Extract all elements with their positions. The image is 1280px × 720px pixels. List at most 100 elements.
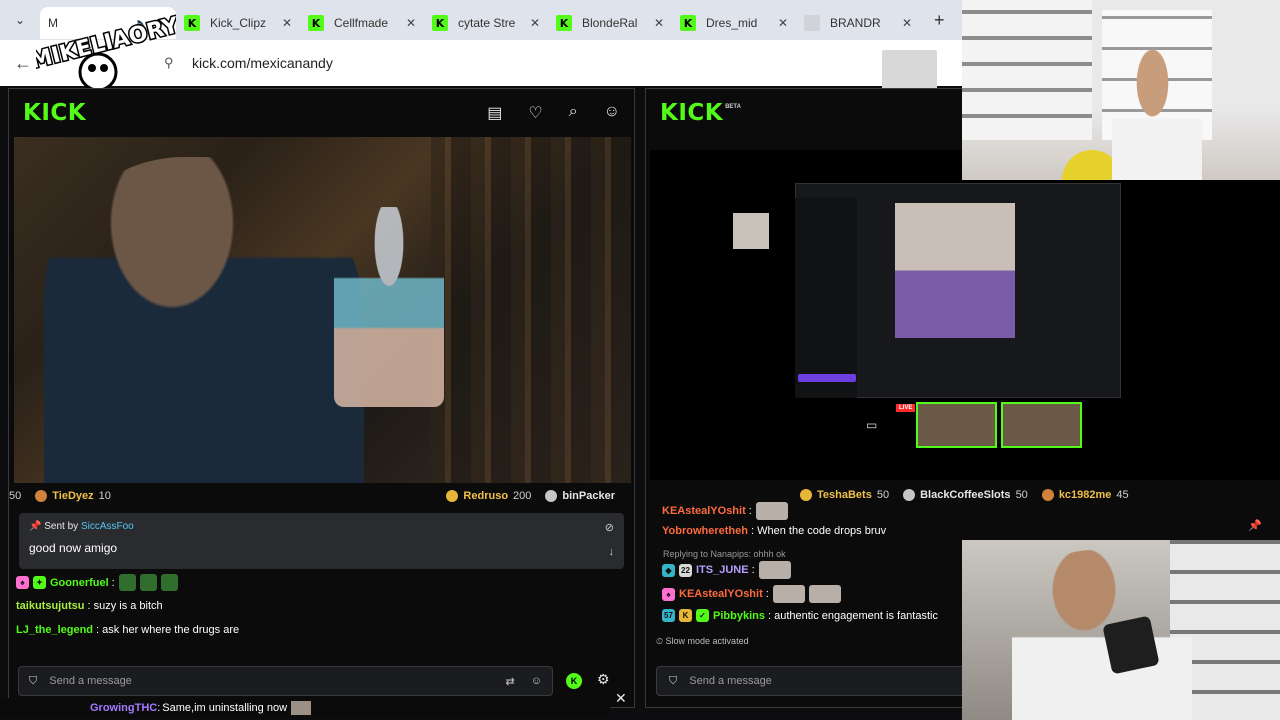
browser-tab[interactable]: K Kick_Clipz ✕	[176, 7, 300, 39]
gifter-leaderboard-right: TeshaBets 50 BlackCoffeeSlots 50 kc1982m…	[800, 487, 1143, 503]
gifter-name: TieDyez	[52, 490, 94, 502]
cat-video	[895, 203, 1015, 338]
tab-close-icon[interactable]: ✕	[530, 16, 540, 30]
chat-message: ◆ 22 ITS_JUNE:	[662, 561, 791, 579]
gifter-name: Redruso	[463, 490, 509, 502]
translate-icon[interactable]: ⇄	[506, 675, 515, 688]
pinned-message: 📌 Sent by SiccAssFoo good now amigo ⊘ ↓	[19, 513, 624, 569]
chat-username[interactable]: KEAstealYOshit	[662, 505, 746, 517]
pin-icon[interactable]: 📌	[1248, 519, 1262, 532]
gifter-entry[interactable]: 50	[9, 490, 21, 502]
chat-username[interactable]: ITS_JUNE	[696, 564, 749, 576]
browser-tab[interactable]: BRANDR ✕	[796, 7, 920, 39]
kick-favicon-icon: K	[556, 15, 572, 31]
shield-icon[interactable]: ⛉	[29, 675, 37, 688]
gifter-entry[interactable]: kc1982me 45	[1041, 489, 1129, 501]
gear-icon[interactable]: ⚙	[597, 671, 610, 688]
chat-input[interactable]: ⛉ Send a message ⇄ ☺	[18, 666, 553, 696]
chat-message: LJ_the_legend: ask her where the drugs a…	[16, 624, 240, 636]
emote	[118, 574, 136, 591]
bronze-medal-icon	[35, 490, 48, 502]
monitor-icon: ▭	[866, 418, 878, 432]
video-background-shelf	[431, 137, 631, 483]
url-field[interactable]: kick.com/mexicanandy	[192, 55, 333, 71]
bronze-medal-icon	[1041, 489, 1054, 501]
gifter-entry[interactable]: Redruso 200	[446, 490, 531, 502]
months-badge-icon: 57	[662, 609, 675, 622]
tab-label: Cellfmade	[334, 16, 389, 30]
gifter-entry[interactable]: BlackCoffeeSlots 50	[903, 489, 1028, 501]
screen-share-sidebar	[795, 198, 857, 398]
chat-username[interactable]: Pibbykins	[713, 610, 765, 622]
kick-logo[interactable]: KICK	[23, 100, 86, 126]
search-icon[interactable]: ⌕	[569, 103, 578, 123]
browser-tab[interactable]: K cytate Stre ✕	[424, 7, 548, 39]
chat-username[interactable]: Goonerfuel	[50, 577, 109, 589]
chat-text: suzy is a bitch	[93, 600, 163, 612]
tab-close-icon[interactable]: ✕	[282, 16, 292, 30]
gifter-entry[interactable]: TeshaBets 50	[800, 489, 889, 501]
cam-shelf	[962, 0, 1092, 140]
kick-favicon-icon: K	[432, 15, 448, 31]
browser-tab[interactable]: K Cellfmade ✕	[300, 7, 424, 39]
alert-ticker: GrowingTHC: Same,im uninstalling now	[0, 698, 610, 718]
live-badge: LIVE	[896, 404, 916, 412]
chat-username[interactable]: taikutsujutsu	[16, 600, 84, 612]
chat-username[interactable]: Yobrowheretheh	[662, 525, 748, 537]
header-icons: ▤ ♡ ⌕ ☺	[487, 103, 620, 123]
slow-mode-notice: ⏲ Slow mode activated	[656, 636, 749, 646]
stream-video[interactable]	[14, 137, 631, 483]
tab-close-icon[interactable]: ✕	[902, 16, 912, 30]
chat-input-icons: ⇄ ☺	[506, 675, 542, 688]
gifter-entry[interactable]: TieDyez 10	[35, 490, 111, 502]
gifter-amount: 50	[1015, 489, 1028, 501]
gifter-amount: 50	[9, 490, 22, 502]
tab-label: BRANDR	[830, 16, 881, 30]
browser-tab[interactable]: K BlondeRal ✕	[548, 7, 672, 39]
gifter-entry[interactable]: binPacker	[545, 490, 620, 502]
emoji-icon[interactable]: ☺	[531, 675, 542, 688]
gold-medal-icon	[446, 490, 459, 502]
chat-message: Yobrowheretheh: When the code drops bruv	[662, 525, 887, 537]
new-tab-plus-icon[interactable]: +	[934, 10, 945, 31]
cat-emote	[808, 585, 841, 603]
cat-image	[733, 213, 769, 249]
tab-search-chevron-icon[interactable]: ⌄	[0, 0, 40, 40]
unpin-icon[interactable]: ⊘	[605, 521, 614, 534]
tab-label: BlondeRal	[582, 16, 638, 30]
tab-close-icon[interactable]: ✕	[406, 16, 416, 30]
cat-emote	[758, 561, 791, 579]
chat-message: taikutsujutsu: suzy is a bitch	[16, 600, 163, 612]
gifter-name: kc1982me	[1058, 489, 1112, 501]
slow-mode-text: Slow mode activated	[665, 636, 749, 646]
heart-icon[interactable]: ♡	[528, 103, 542, 123]
kick-logo[interactable]: KICK	[660, 100, 723, 126]
kick-send-icon[interactable]: K	[566, 673, 582, 689]
library-icon[interactable]: ▤	[487, 103, 502, 123]
kick-badge-icon: K	[679, 609, 692, 622]
shield-icon[interactable]: ⛉	[669, 675, 677, 688]
gift-badge-icon: ✦	[33, 576, 46, 589]
page-favicon-icon	[804, 15, 820, 31]
kick-beta-tag: BETA	[725, 104, 741, 110]
expand-down-icon[interactable]: ↓	[609, 546, 615, 558]
tab-label: Kick_Clipz	[210, 16, 267, 30]
cat-emote	[291, 701, 312, 715]
browser-tab[interactable]: K Dres_mid ✕	[672, 7, 796, 39]
chat-message: 57 K ✓ Pibbykins: authentic engagement i…	[662, 609, 938, 622]
streamer-figure	[44, 157, 364, 483]
chat-username[interactable]: KEAstealYOshit	[679, 588, 763, 600]
gifter-name: binPacker	[562, 490, 615, 502]
tab-close-icon[interactable]: ✕	[654, 16, 664, 30]
chat-input-right[interactable]: ⛉ Send a message	[656, 666, 966, 696]
close-icon[interactable]: ✕	[615, 690, 627, 707]
gold-medal-icon	[800, 489, 812, 501]
ticker-username: GrowingTHC	[90, 702, 158, 714]
ticker-message: Same,im uninstalling now	[162, 702, 288, 714]
avatar-icon[interactable]: ☺	[604, 103, 620, 123]
chat-username[interactable]: LJ_the_legend	[16, 624, 93, 636]
reply-context[interactable]: Replying to Nanapips: ohhh ok	[663, 549, 786, 559]
cam-person	[1012, 550, 1192, 720]
tab-close-icon[interactable]: ✕	[778, 16, 788, 30]
sent-by-user[interactable]: SiccAssFoo	[81, 521, 134, 532]
